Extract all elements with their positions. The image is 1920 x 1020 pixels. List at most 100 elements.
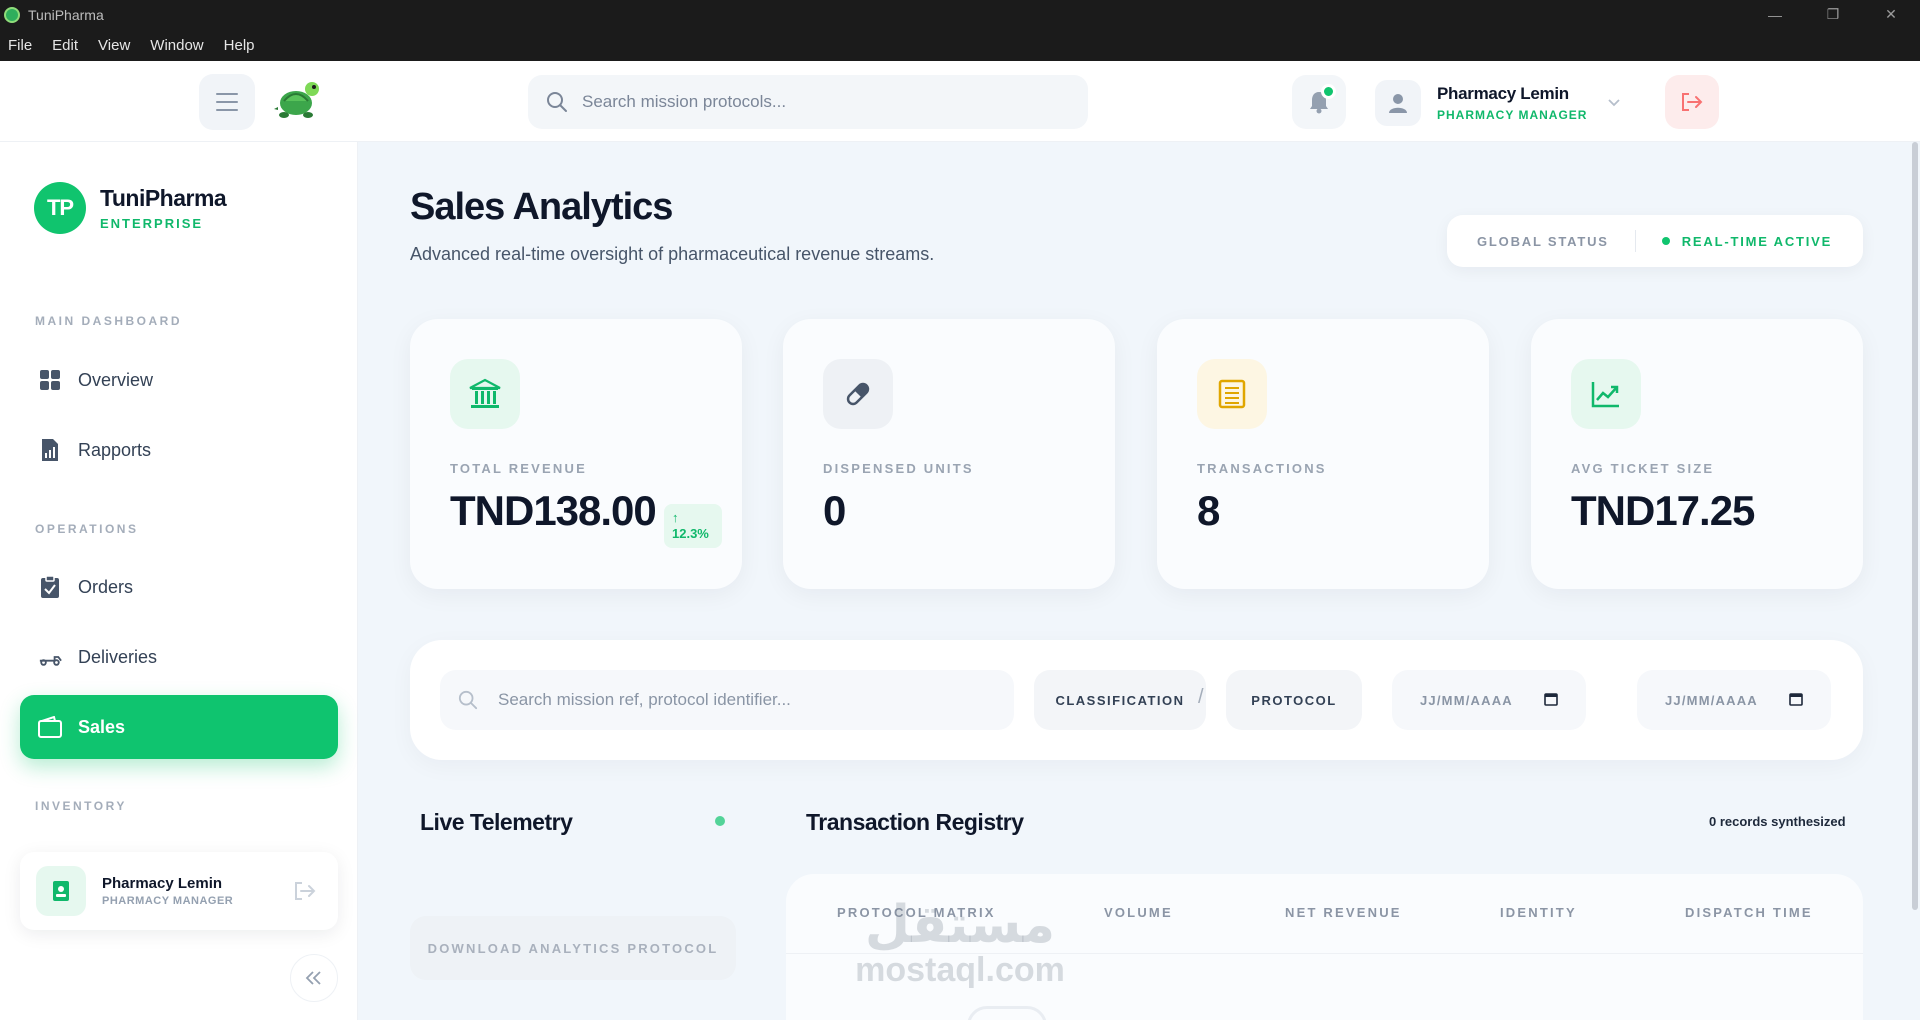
pill-icon <box>846 382 870 406</box>
receipt-icon <box>1218 379 1246 409</box>
trend-value: 12.3% <box>672 526 709 541</box>
page-subtitle: Advanced real-time oversight of pharmace… <box>410 244 935 264</box>
brand-logo: TP <box>34 182 86 234</box>
divider <box>1634 230 1636 252</box>
logout-button[interactable] <box>1665 75 1719 129</box>
status-label: GLOBAL STATUS <box>1477 233 1609 249</box>
window-controls: — ❐ ✕ <box>1746 0 1920 29</box>
menu-toggle-button[interactable] <box>199 74 255 130</box>
section-label-operations: OPERATIONS <box>35 522 139 536</box>
kpi-value: 0 <box>823 487 846 534</box>
user-menu[interactable]: Pharmacy Lemin PHARMACY MANAGER <box>1375 79 1621 127</box>
date-from-placeholder: JJ/MM/AAAA <box>1420 692 1513 708</box>
records-count: 0 records synthesized <box>1709 814 1846 829</box>
kpi-value: TND17.25 <box>1571 487 1755 534</box>
turtle-logo-icon <box>274 82 319 118</box>
kpi-label: AVG TICKET SIZE <box>1571 461 1715 476</box>
filter-bar: CLASSIFICATION PROTOCOL JJ/MM/AAAA / JJ/… <box>410 640 1863 760</box>
sidebar-item-label: Orders <box>78 576 134 597</box>
logout-icon <box>1682 93 1703 111</box>
notifications-button[interactable] <box>1292 75 1346 129</box>
registry-search[interactable] <box>440 670 1014 730</box>
kpi-label: TOTAL REVENUE <box>450 461 587 476</box>
classification-filter-button[interactable]: CLASSIFICATION <box>1034 670 1206 730</box>
sidebar-user-role: PHARMACY MANAGER <box>102 895 234 907</box>
telemetry-title: Live Telemetry <box>420 809 573 835</box>
registry-search-input[interactable] <box>498 690 998 710</box>
sidebar-item-rapports[interactable]: Rapports <box>20 418 338 482</box>
download-analytics-button[interactable]: DOWNLOAD ANALYTICS PROTOCOL <box>410 916 736 980</box>
global-search[interactable] <box>528 75 1088 129</box>
brand-tagline: ENTERPRISE <box>100 216 204 231</box>
arrow-up-icon: ↑ <box>672 510 679 525</box>
watermark: مستقل mostaql.com <box>842 898 1078 988</box>
column-header-net-revenue[interactable]: NET REVENUE <box>1285 905 1402 920</box>
date-to-placeholder: JJ/MM/AAAA <box>1665 692 1758 708</box>
brand-name: TuniPharma <box>100 185 227 211</box>
menu-file[interactable]: File <box>8 37 32 54</box>
sidebar-user-card: Pharmacy Lemin PHARMACY MANAGER <box>20 852 338 930</box>
chevrons-left-icon <box>305 971 321 985</box>
kpi-icon-box <box>1571 359 1641 429</box>
kpi-card-dispensed-units: DISPENSED UNITS 0 <box>783 319 1115 589</box>
kpi-card-avg-ticket-size: AVG TICKET SIZE TND17.25 <box>1531 319 1863 589</box>
kpi-icon-box <box>450 359 520 429</box>
menu-window[interactable]: Window <box>150 37 203 54</box>
avatar <box>1375 80 1421 126</box>
user-role: PHARMACY MANAGER <box>1437 108 1588 122</box>
sidebar-item-label: Overview <box>78 369 154 390</box>
kpi-icon-box <box>1197 359 1267 429</box>
close-button[interactable]: ✕ <box>1862 0 1920 29</box>
sidebar-item-deliveries[interactable]: Deliveries <box>20 625 338 689</box>
search-icon <box>458 690 478 710</box>
sidebar-item-label: Rapports <box>78 439 152 460</box>
logout-icon[interactable] <box>292 880 318 902</box>
chevron-down-icon <box>1608 99 1621 107</box>
maximize-button[interactable]: ❐ <box>1804 0 1862 29</box>
global-status-pill: GLOBAL STATUS REAL-TIME ACTIVE <box>1447 215 1863 267</box>
avatar <box>36 866 86 916</box>
menu-edit[interactable]: Edit <box>52 37 78 54</box>
date-to-field[interactable]: JJ/MM/AAAA <box>1637 670 1831 730</box>
sidebar-item-orders[interactable]: Orders <box>20 555 338 619</box>
status-dot-icon <box>1661 237 1670 245</box>
registry-title: Transaction Registry <box>806 809 1024 835</box>
kpi-label: DISPENSED UNITS <box>823 461 974 476</box>
section-label-inventory: INVENTORY <box>35 799 127 813</box>
page-title: Sales Analytics <box>410 186 673 228</box>
window-title: TuniPharma <box>28 6 104 23</box>
user-icon <box>1389 94 1407 113</box>
column-header-volume[interactable]: VOLUME <box>1104 905 1173 920</box>
menu-view[interactable]: View <box>98 37 130 54</box>
sidebar-user-name: Pharmacy Lemin <box>102 875 223 892</box>
kpi-card-transactions: TRANSACTIONS 8 <box>1157 319 1489 589</box>
status-value: REAL-TIME ACTIVE <box>1681 233 1833 249</box>
menu-help[interactable]: Help <box>224 37 255 54</box>
date-range-separator: / <box>1198 686 1204 708</box>
notification-badge <box>1321 84 1336 99</box>
calendar-icon <box>1544 693 1558 706</box>
truck-icon <box>39 656 62 666</box>
wallet-icon <box>38 716 62 738</box>
minimize-button[interactable]: — <box>1746 0 1804 29</box>
column-header-dispatch-time[interactable]: DISPATCH TIME <box>1685 905 1813 920</box>
date-from-field[interactable]: JJ/MM/AAAA <box>1392 670 1586 730</box>
brand: TP TuniPharma ENTERPRISE <box>34 182 227 234</box>
column-header-identity[interactable]: IDENTITY <box>1500 905 1577 920</box>
window-titlebar: TuniPharma — ❐ ✕ <box>0 0 1920 29</box>
hamburger-icon <box>216 93 238 95</box>
kpi-card-total-revenue: TOTAL REVENUE TND138.00 ↑ 12.3% <box>410 319 742 589</box>
protocol-filter-button[interactable]: PROTOCOL <box>1226 670 1362 730</box>
search-icon <box>547 92 567 112</box>
collapse-sidebar-button[interactable] <box>290 954 338 1002</box>
app-icon <box>4 6 20 23</box>
search-input[interactable] <box>582 92 1042 112</box>
main-scrollbar[interactable] <box>1912 142 1918 910</box>
kpi-icon-box <box>823 359 893 429</box>
id-badge-icon <box>53 881 69 901</box>
report-icon <box>42 439 58 461</box>
sidebar-item-sales[interactable]: Sales <box>20 695 338 759</box>
kpi-value: TND138.00 <box>450 487 657 534</box>
sidebar-item-overview[interactable]: Overview <box>20 348 338 412</box>
section-label-main: MAIN DASHBOARD <box>35 314 182 328</box>
